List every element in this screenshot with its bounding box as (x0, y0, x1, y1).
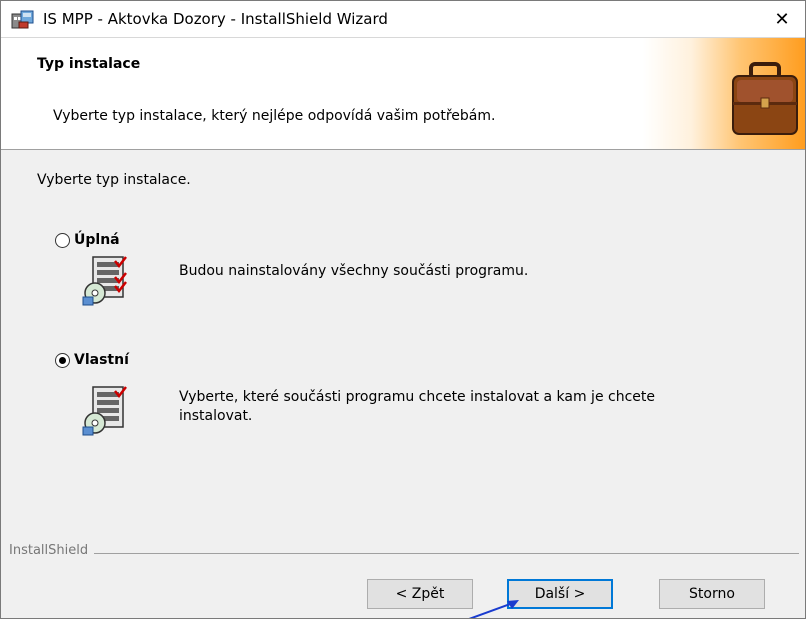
title-bar: IS MPP - Aktovka Dozory - InstallShield … (1, 1, 805, 38)
header-banner: Typ instalace Vyberte typ instalace, kte… (1, 38, 805, 150)
radio-option-custom[interactable]: Vlastní (55, 352, 129, 368)
page-title: Typ instalace (37, 56, 141, 72)
installer-window: IS MPP - Aktovka Dozory - InstallShield … (0, 0, 806, 619)
radio-option-complete[interactable]: Úplná (55, 232, 120, 248)
setup-components-icon (79, 383, 135, 439)
cancel-button[interactable]: Storno (659, 579, 765, 609)
setup-components-icon (79, 253, 135, 309)
radio-button-custom[interactable] (55, 352, 70, 368)
installshield-brand: InstallShield (9, 543, 95, 558)
radio-button-complete[interactable] (55, 232, 70, 248)
banner-artwork (643, 38, 805, 149)
briefcase-icon (732, 62, 798, 135)
installer-app-icon (11, 8, 35, 30)
page-subtitle: Vyberte typ instalace, který nejlépe odp… (53, 108, 496, 124)
setup-type-prompt: Vyberte typ instalace. (37, 172, 191, 188)
setup-type-panel: Vyberte typ instalace. Úplná Budou nains… (1, 150, 805, 530)
close-icon: ✕ (774, 8, 790, 30)
option-description-complete: Budou nainstalovány všechny součásti pro… (179, 263, 529, 279)
option-label-custom: Vlastní (74, 352, 129, 368)
annotation-arrow-icon (468, 600, 519, 618)
option-description-custom: Vyberte, které součásti programu chcete … (179, 389, 655, 424)
window-title: IS MPP - Aktovka Dozory - InstallShield … (43, 10, 388, 28)
option-label-complete: Úplná (74, 232, 120, 248)
close-button[interactable]: ✕ (759, 1, 805, 37)
back-button[interactable]: < Zpět (367, 579, 473, 609)
footer-divider (9, 553, 799, 554)
